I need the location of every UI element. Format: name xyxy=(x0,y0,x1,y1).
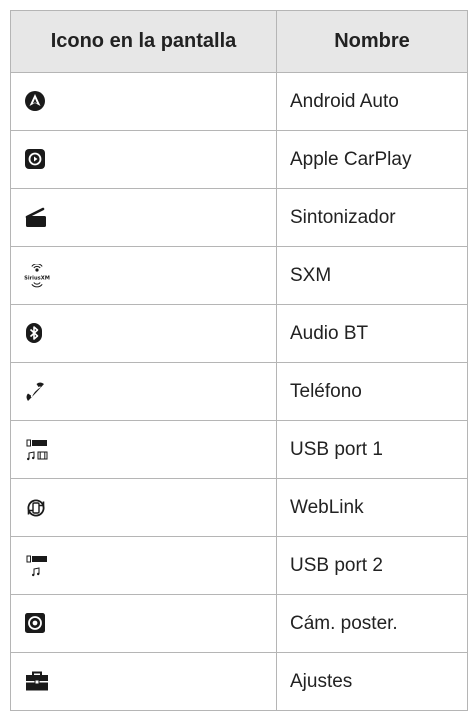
android-auto-icon xyxy=(24,90,46,112)
camera-icon xyxy=(24,612,46,634)
table-row: Teléfono xyxy=(10,362,468,421)
table-row: SiriusXM SXM xyxy=(10,246,468,305)
row-name: Sintonizador xyxy=(276,188,468,247)
header-icon-column: Icono en la pantalla xyxy=(10,10,277,73)
bluetooth-icon xyxy=(24,322,44,344)
table-row: WebLink xyxy=(10,478,468,537)
settings-toolbox-icon xyxy=(24,670,50,692)
row-name: WebLink xyxy=(276,478,468,537)
table-row: USB port 2 xyxy=(10,536,468,595)
table-row: Apple CarPlay xyxy=(10,130,468,189)
usb-music-icon xyxy=(24,554,50,578)
row-name: USB port 1 xyxy=(276,420,468,479)
row-name: Audio BT xyxy=(276,304,468,363)
row-name: Cám. poster. xyxy=(276,594,468,653)
table-row: Ajustes xyxy=(10,652,468,711)
row-name: Teléfono xyxy=(276,362,468,421)
row-name: USB port 2 xyxy=(276,536,468,595)
sxm-icon: SiriusXM xyxy=(24,263,50,288)
table-row: USB port 1 xyxy=(10,420,468,479)
usb-music-video-icon xyxy=(24,438,50,462)
table-header-row: Icono en la pantalla Nombre xyxy=(10,10,468,73)
tuner-icon xyxy=(24,206,48,228)
phone-icon xyxy=(24,380,48,404)
weblink-icon xyxy=(24,496,48,520)
row-name: Apple CarPlay xyxy=(276,130,468,189)
apple-carplay-icon xyxy=(24,148,46,170)
table-row: Audio BT xyxy=(10,304,468,363)
table-row: Sintonizador xyxy=(10,188,468,247)
table-row: Android Auto xyxy=(10,72,468,131)
icon-name-table: Icono en la pantalla Nombre Android Auto… xyxy=(10,10,468,711)
table-row: Cám. poster. xyxy=(10,594,468,653)
header-name-column: Nombre xyxy=(276,10,468,73)
row-name: SXM xyxy=(276,246,468,305)
sxm-icon-text: SiriusXM xyxy=(24,275,50,281)
row-name: Android Auto xyxy=(276,72,468,131)
row-name: Ajustes xyxy=(276,652,468,711)
